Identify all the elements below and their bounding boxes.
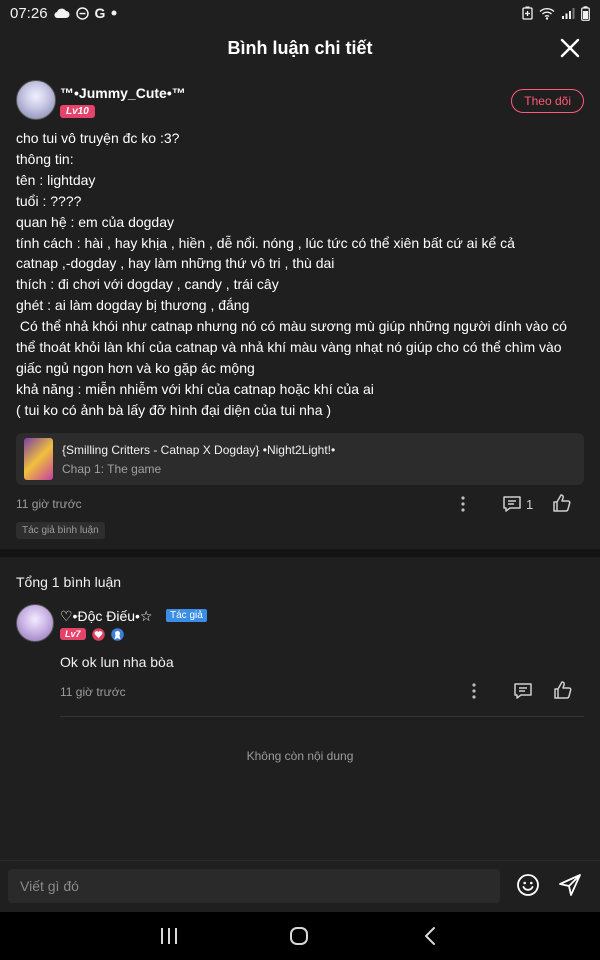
comment-line: tính cách : hài , hay khịa , hiền , dễ n… [16, 234, 515, 251]
battery-saver-icon [522, 6, 533, 20]
reply-avatar[interactable] [16, 604, 54, 642]
heart-badge-icon [92, 628, 105, 641]
comment-line: thể thoát khỏi làn khí của catnap và nhả… [16, 339, 562, 356]
comment-line: ghét : ai làm dogday bị thương , đắng [16, 297, 250, 314]
recent-apps-icon[interactable] [157, 926, 181, 946]
reply-icon[interactable] [502, 494, 522, 514]
achievement-badge-icon [111, 628, 124, 641]
author-comment-tag: Tác giả bình luận [16, 522, 105, 539]
home-icon[interactable] [287, 926, 311, 946]
comment-time: 11 giờ trước [16, 497, 82, 511]
comment-line: tên : lightday [16, 171, 96, 188]
back-icon[interactable] [419, 926, 443, 946]
minus-circle-icon [75, 6, 89, 20]
cloud-icon [54, 8, 70, 19]
comment-line: catnap ,-dogday , hay làm những thứ vô t… [16, 255, 335, 272]
author-tag: Tác giả [166, 609, 207, 622]
composer-divider [0, 860, 600, 861]
dot-icon [111, 10, 117, 16]
follow-button[interactable]: Theo dõi [511, 89, 584, 113]
total-comments: Tổng 1 bình luận [16, 574, 122, 590]
comment-line: Có thể nhả khói như catnap nhưng nó có m… [16, 318, 567, 335]
reply-text: Ok ok lun nha bòa [60, 654, 174, 670]
reply-comment-icon[interactable] [513, 681, 533, 701]
system-nav-bar [0, 912, 600, 960]
comment-line: tuổi : ???? [16, 192, 82, 209]
story-title: {Smilling Critters - Catnap X Dogday} •N… [62, 443, 336, 457]
send-icon[interactable] [558, 873, 582, 897]
story-cover [24, 438, 53, 480]
wifi-icon [539, 7, 555, 20]
comment-line: ( tui ko có ảnh bà lấy đỡ hình đại diện … [16, 401, 332, 418]
story-chapter: Chap 1: The game [62, 462, 162, 476]
comment-line: khả năng : miễn nhiễm với khí của catnap… [16, 380, 374, 397]
more-options-icon[interactable] [453, 494, 473, 514]
comment-header: ™•Jummy_Cute•™ Lv10 Theo dõi [16, 80, 584, 122]
reply-author[interactable]: ♡•Độc Điếu•☆ [60, 608, 152, 625]
battery-icon [581, 5, 590, 21]
top-bar: Bình luận chi tiết [0, 26, 600, 70]
reply-count: 1 [526, 497, 534, 512]
reply-divider [60, 716, 584, 717]
signal-icon [562, 7, 575, 19]
section-divider [0, 549, 600, 557]
comment-meta-row: 11 giờ trước 1 [16, 492, 584, 516]
close-icon[interactable] [558, 36, 582, 60]
reply-level-badge: Lv7 [60, 628, 86, 640]
avatar[interactable] [16, 80, 56, 120]
reply-time: 11 giờ trước [60, 685, 126, 699]
status-right [522, 5, 590, 21]
comment-body: cho tui vô truyện đc ko :3? thông tin: t… [16, 128, 578, 421]
comment-line: cho tui vô truyện đc ko :3? [16, 130, 180, 146]
comment-input[interactable] [8, 869, 500, 903]
comment-line: thích : đi chơi với dogday , candy , trá… [16, 276, 279, 293]
emoji-icon[interactable] [516, 873, 540, 897]
status-bar: 07:26 G [0, 0, 600, 26]
status-time: 07:26 [10, 4, 48, 22]
like-icon[interactable] [552, 493, 572, 513]
comment-author[interactable]: ™•Jummy_Cute•™ [60, 85, 186, 101]
comment-line: thông tin: [16, 150, 74, 167]
end-of-content: Không còn nội dung [246, 749, 354, 763]
reply-like-icon[interactable] [553, 680, 573, 700]
story-card[interactable]: {Smilling Critters - Catnap X Dogday} •N… [16, 433, 584, 485]
google-g-icon: G [94, 5, 106, 21]
comment-line: quan hệ : em của dogday [16, 213, 175, 230]
comment-line: giấc ngủ ngon hơn và ko gặp ác mộng [16, 359, 255, 376]
level-badge: Lv10 [60, 105, 95, 118]
page-title: Bình luận chi tiết [227, 37, 373, 58]
reply-more-options-icon[interactable] [464, 681, 484, 701]
status-left: 07:26 G [10, 5, 117, 22]
